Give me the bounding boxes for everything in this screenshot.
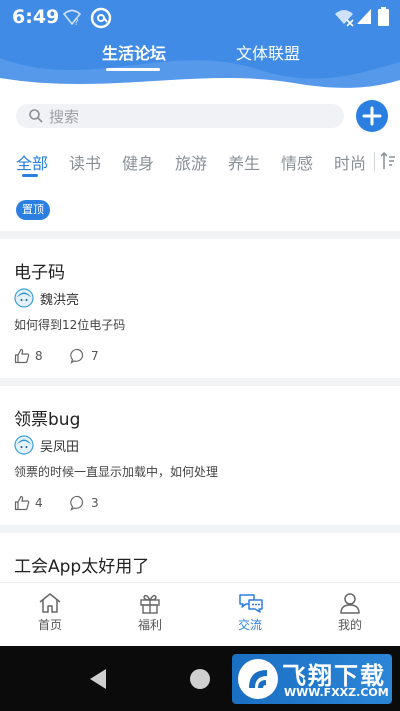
avatar [14, 435, 34, 455]
battery-icon [378, 7, 389, 26]
chat-icon [239, 594, 263, 613]
thumbs-up-icon[interactable] [14, 348, 30, 364]
category-wellness[interactable]: 养生 [228, 150, 260, 174]
tab-life-forum[interactable]: 生活论坛 [102, 40, 166, 64]
app-header: 6:49 ? 生活论坛 文体联盟 [0, 0, 400, 96]
active-category-indicator [22, 174, 38, 177]
comment-icon[interactable] [70, 495, 86, 511]
post-excerpt: 领票的时候一直显示加载中，如何处理 [14, 465, 219, 479]
home-icon [39, 593, 61, 613]
search-icon [29, 109, 43, 123]
section-divider [0, 378, 400, 386]
avatar [14, 288, 34, 308]
post-title: 领票bug [14, 410, 81, 430]
like-count: 8 [35, 349, 43, 363]
comment-count: 7 [91, 349, 99, 363]
profile-icon [340, 593, 360, 614]
like-count: 4 [35, 496, 43, 510]
at-sign-icon [90, 7, 112, 29]
home-button-icon[interactable] [189, 668, 211, 690]
comment-icon[interactable] [70, 348, 86, 364]
category-fitness[interactable]: 健身 [122, 150, 154, 174]
forum-tabs: 生活论坛 文体联盟 [0, 40, 400, 76]
category-emotion[interactable]: 情感 [281, 150, 313, 174]
post-author[interactable]: 吴凤田 [40, 436, 79, 455]
category-tabs: 全部 读书 健身 旅游 养生 情感 时尚 [0, 146, 400, 180]
nav-profile[interactable]: 我的 [300, 583, 400, 647]
category-divider [374, 152, 375, 172]
tab-sports-league[interactable]: 文体联盟 [236, 40, 300, 64]
status-bar: 6:49 ? [0, 0, 400, 34]
watermark-logo [238, 659, 278, 699]
nav-benefits[interactable]: 福利 [100, 583, 200, 647]
wifi-question-icon: ? [62, 9, 82, 27]
search-input[interactable]: 搜索 [16, 104, 344, 128]
nav-home[interactable]: 首页 [0, 583, 100, 647]
thumbs-up-icon[interactable] [14, 495, 30, 511]
post-excerpt: 如何得到12位电子码 [14, 318, 126, 332]
category-all[interactable]: 全部 [16, 150, 48, 174]
nav-profile-label: 我的 [337, 618, 362, 632]
bottom-navigation: 首页 福利 交流 我的 [0, 582, 400, 646]
nav-benefits-label: 福利 [137, 618, 162, 632]
nav-home-label: 首页 [37, 618, 62, 632]
active-tab-indicator [106, 68, 160, 71]
search-placeholder: 搜索 [49, 108, 80, 126]
watermark: 飞翔下载 WWW.FXXZ.COM [232, 654, 392, 704]
watermark-logo-icon [249, 670, 267, 688]
nav-exchange-label: 交流 [237, 618, 262, 632]
section-divider [0, 525, 400, 533]
post-author[interactable]: 魏洪亮 [40, 289, 79, 308]
comment-count: 3 [91, 496, 99, 510]
watermark-url: WWW.FXXZ.COM [284, 686, 389, 699]
add-post-button[interactable] [356, 100, 388, 132]
wifi-off-icon [335, 10, 354, 27]
plus-icon [362, 106, 382, 126]
category-reading[interactable]: 读书 [69, 150, 101, 174]
category-travel[interactable]: 旅游 [175, 150, 207, 174]
post-title: 电子码 [14, 263, 65, 283]
back-icon[interactable] [88, 668, 108, 690]
category-fashion[interactable]: 时尚 [334, 150, 368, 174]
section-divider [0, 231, 400, 239]
post-title: 工会App太好用了 [14, 557, 150, 577]
sort-icon[interactable] [380, 151, 396, 171]
svg-text:?: ? [74, 18, 79, 27]
status-time: 6:49 [12, 6, 60, 28]
signal-icon [357, 9, 371, 24]
nav-exchange[interactable]: 交流 [200, 583, 300, 647]
pinned-badge: 置顶 [16, 200, 50, 220]
gift-icon [140, 594, 160, 614]
